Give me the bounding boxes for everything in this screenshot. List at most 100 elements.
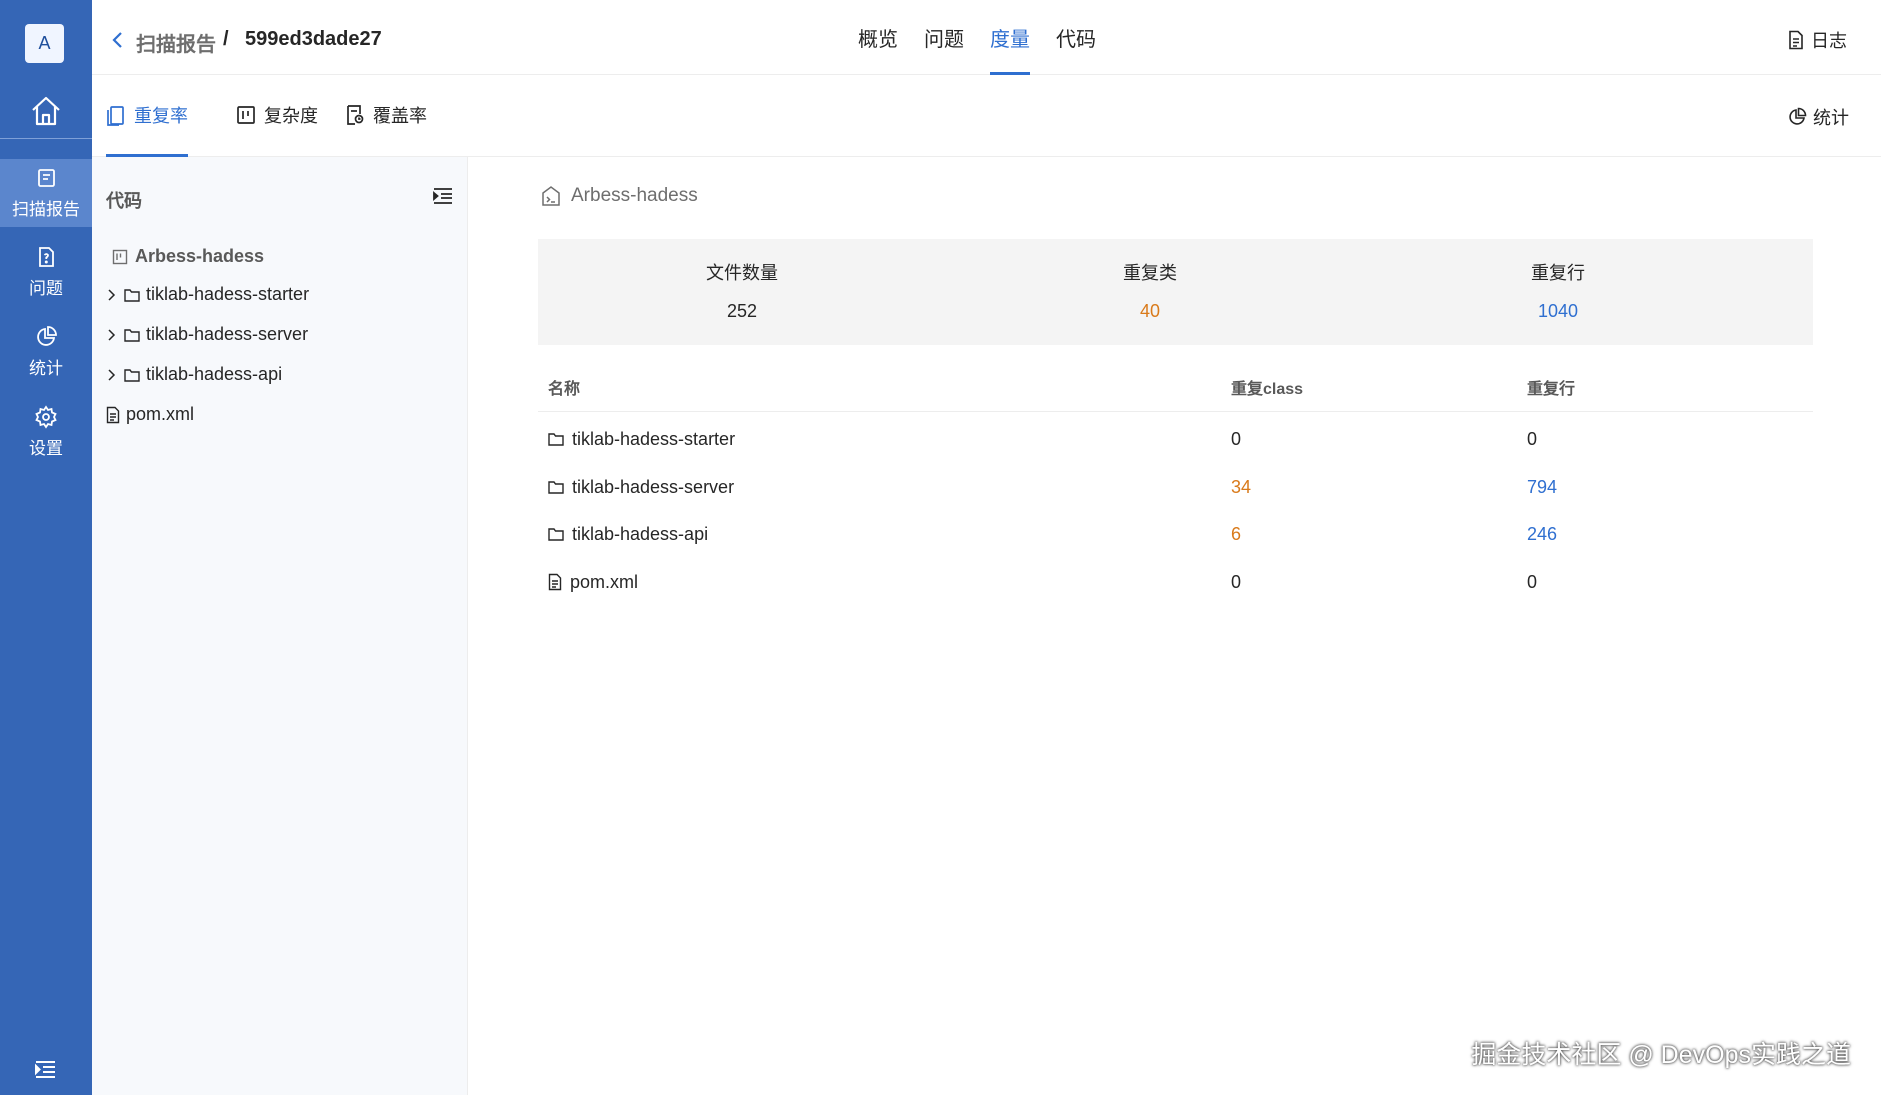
issue-icon [39, 247, 54, 267]
tree-item-label: pom.xml [126, 404, 195, 424]
table-header-divider [538, 411, 1813, 412]
tree-item-label: tiklab-hadess-starter [146, 284, 310, 304]
sidebar-item-scan-report[interactable]: 扫描报告 [0, 159, 92, 227]
tree-root-label: Arbess-hadess [135, 246, 265, 266]
table-row[interactable]: tiklab-hadess-api 6 246 [538, 510, 1813, 558]
top-header: 扫描报告 / 599ed3dade27 概览 问题 度量 代码 日志 [92, 0, 1881, 75]
back-chevron-icon[interactable] [108, 30, 128, 50]
sidebar-item-label: 设置 [29, 439, 63, 458]
folder-icon [548, 481, 564, 494]
row-name: pom.xml [570, 572, 639, 592]
sidebar-item-label: 统计 [29, 359, 63, 378]
summary-value: 1040 [1537, 301, 1579, 321]
sidebar-item-stats[interactable]: 统计 [0, 318, 92, 386]
row-name: tiklab-hadess-starter [572, 429, 736, 449]
avatar[interactable]: A [25, 24, 64, 63]
folder-icon [548, 528, 564, 541]
tree-title: 代码 [106, 191, 142, 211]
duplicate-icon [107, 106, 124, 126]
complexity-icon [237, 106, 255, 124]
breadcrumb-parent[interactable]: 扫描报告 [136, 28, 216, 57]
repo-name: Arbess-hadess [571, 185, 698, 206]
tree-folder-item[interactable]: tiklab-hadess-server [106, 324, 308, 345]
row-dup-class: 34 [1231, 477, 1252, 497]
report-tabs: 概览 问题 度量 代码 [858, 0, 1096, 75]
chart-pie-icon [37, 326, 57, 346]
folder-icon [124, 288, 140, 302]
chevron-right-icon[interactable] [106, 288, 118, 302]
row-dup-class: 0 [1231, 429, 1242, 449]
tab-duplication[interactable]: 重复率 [106, 74, 188, 157]
table-row[interactable]: tiklab-hadess-starter 0 0 [538, 415, 1813, 463]
breadcrumb-current: 599ed3dade27 [245, 28, 382, 50]
row-dup-lines: 794 [1527, 477, 1558, 497]
row-name: tiklab-hadess-server [572, 477, 735, 497]
log-button[interactable]: 日志 [1787, 27, 1847, 53]
summary-label: 文件数量 [706, 263, 778, 283]
row-dup-class: 0 [1231, 572, 1242, 592]
summary-value: 252 [726, 301, 758, 321]
terminal-icon [542, 186, 560, 206]
scan-report-icon [38, 169, 55, 187]
column-header-dup-lines: 重复行 [1527, 381, 1576, 398]
summary-value: 40 [1139, 301, 1161, 321]
tab-complexity[interactable]: 复杂度 [236, 74, 318, 156]
chart-pie-icon [1789, 107, 1807, 125]
tree-folder-item[interactable]: tiklab-hadess-starter [106, 284, 309, 305]
tab-issues[interactable]: 问题 [924, 0, 964, 74]
sidebar-item-issues[interactable]: 问题 [0, 238, 92, 306]
summary-card: 文件数量 252 重复类 40 重复行 1040 [538, 239, 1813, 345]
file-icon [106, 406, 120, 423]
tree-folder-item[interactable]: tiklab-hadess-api [106, 364, 282, 385]
collapse-tree-icon[interactable] [432, 185, 454, 207]
file-icon [548, 573, 562, 591]
repository-icon [112, 249, 128, 264]
folder-icon [124, 328, 140, 342]
code-tree-panel: 代码 Arbess-hadess tiklab-hadess-starter t… [92, 157, 468, 1095]
sidebar-item-label: 问题 [29, 279, 63, 298]
table-row[interactable]: tiklab-hadess-server 34 794 [538, 463, 1813, 511]
row-name-cell[interactable]: tiklab-hadess-starter [548, 415, 735, 463]
column-header-dup-class: 重复class [1231, 381, 1304, 398]
folder-icon [548, 433, 564, 446]
row-name-cell[interactable]: tiklab-hadess-api [548, 510, 708, 558]
tree-root[interactable]: Arbess-hadess [112, 246, 264, 267]
statistics-label: 统计 [1813, 108, 1849, 128]
row-dup-lines: 0 [1527, 572, 1538, 592]
tab-metrics[interactable]: 度量 [990, 0, 1030, 75]
chevron-right-icon[interactable] [106, 368, 118, 382]
gear-icon [35, 405, 57, 429]
tab-label: 复杂度 [264, 106, 318, 126]
metric-tabs: 重复率 复杂度 覆盖率 统计 [92, 74, 1881, 157]
row-name-cell[interactable]: tiklab-hadess-server [548, 463, 734, 511]
sidebar-item-settings[interactable]: 设置 [0, 398, 92, 466]
row-dup-class: 6 [1231, 524, 1242, 544]
tab-code[interactable]: 代码 [1056, 0, 1096, 74]
row-dup-lines: 246 [1527, 524, 1558, 544]
sidebar: A 扫描报告 问题 统计 设置 [0, 0, 92, 1095]
tree-item-label: tiklab-hadess-api [146, 364, 283, 384]
tab-overview[interactable]: 概览 [858, 0, 898, 74]
chevron-right-icon[interactable] [106, 328, 118, 342]
home-icon[interactable] [29, 94, 63, 128]
summary-label: 重复行 [1531, 263, 1585, 283]
column-header-name: 名称 [548, 381, 581, 398]
repo-heading: Arbess-hadess [540, 185, 698, 207]
sidebar-divider [0, 138, 92, 139]
sidebar-item-label: 扫描报告 [12, 200, 80, 219]
tree-item-label: tiklab-hadess-server [146, 324, 309, 344]
table-row[interactable]: pom.xml 0 0 [538, 558, 1813, 606]
duplication-main: Arbess-hadess 文件数量 252 重复类 40 重复行 1040 名… [468, 157, 1881, 1095]
document-icon [1789, 30, 1803, 50]
breadcrumb-separator: / [223, 28, 229, 50]
row-name-cell[interactable]: pom.xml [548, 558, 638, 606]
tab-label: 覆盖率 [373, 106, 427, 126]
watermark: 掘金技术社区 @ DevOps实践之道 [1471, 1041, 1851, 1069]
statistics-button[interactable]: 统计 [1787, 104, 1849, 130]
tab-coverage[interactable]: 覆盖率 [345, 74, 427, 156]
tab-label: 重复率 [134, 106, 188, 126]
tree-file-item[interactable]: pom.xml [106, 404, 194, 425]
row-dup-lines: 0 [1527, 429, 1538, 449]
menu-collapse-icon[interactable] [33, 1057, 58, 1082]
coverage-icon [347, 105, 364, 125]
